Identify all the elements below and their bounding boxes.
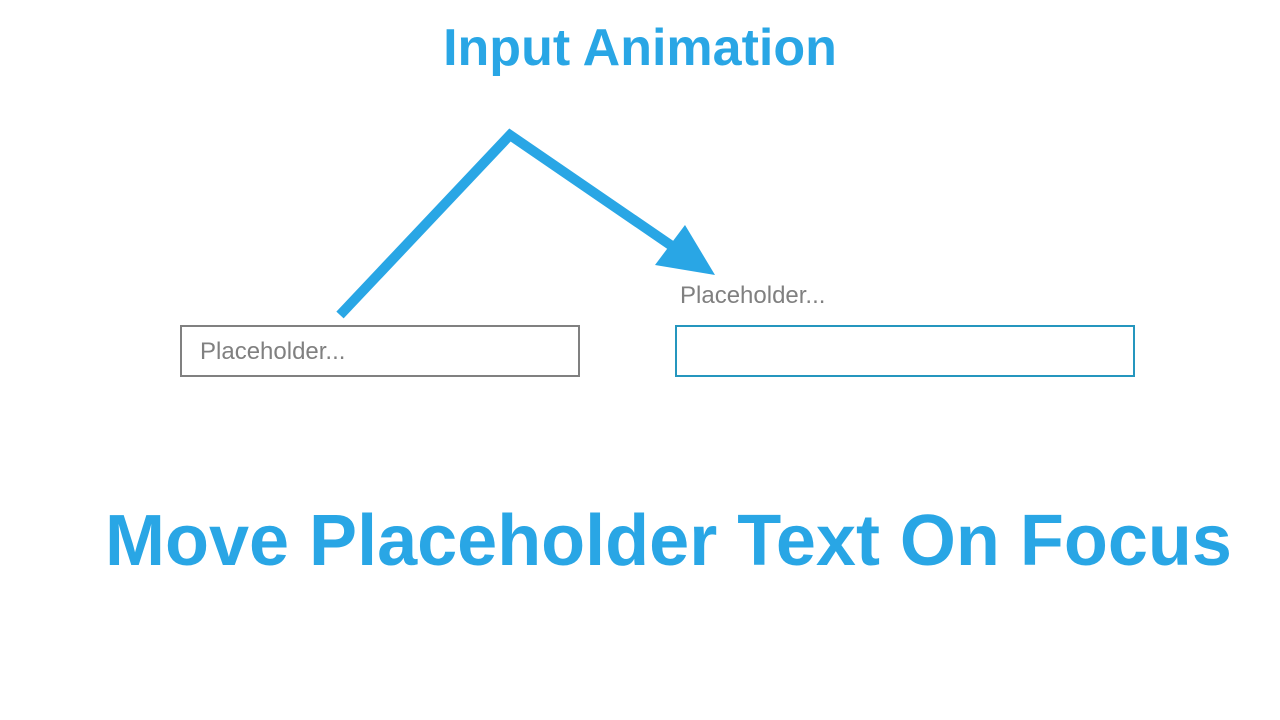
- focused-input[interactable]: [675, 325, 1135, 377]
- caption-text: Move Placeholder Text On Focus: [105, 500, 1232, 583]
- floated-placeholder-label: Placeholder...: [680, 282, 825, 310]
- unfocused-placeholder-label: Placeholder...: [200, 338, 345, 366]
- page-title: Input Animation: [0, 18, 1280, 78]
